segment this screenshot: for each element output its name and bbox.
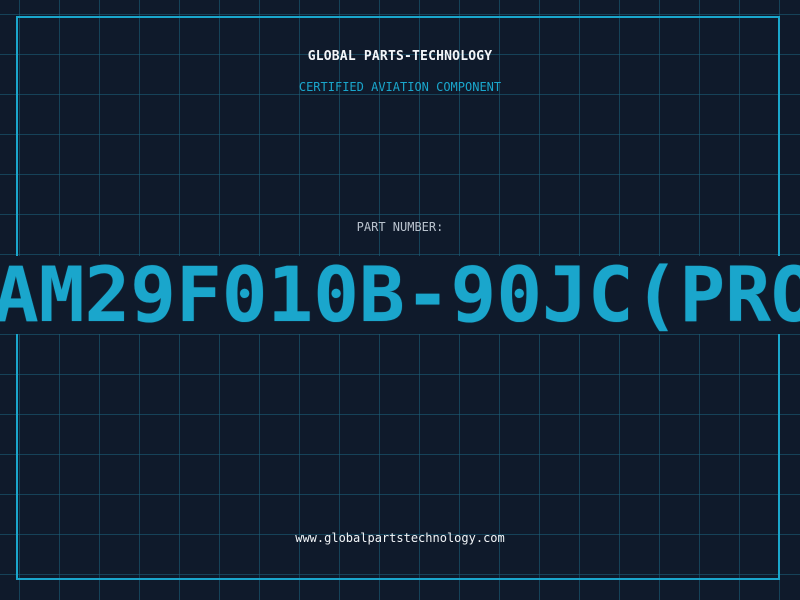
website-url: www.globalpartstechnology.com	[295, 531, 505, 545]
part-number-value: AM29F010B-90JC(PROG)	[0, 256, 800, 334]
part-number-band: AM29F010B-90JC(PROG)	[0, 256, 800, 334]
certification-subtitle: CERTIFIED AVIATION COMPONENT	[298, 80, 502, 94]
part-number-label: PART NUMBER:	[356, 220, 444, 234]
certificate-canvas: GLOBAL PARTS-TECHNOLOGY CERTIFIED AVIATI…	[0, 0, 800, 600]
brand-title: GLOBAL PARTS-TECHNOLOGY	[307, 49, 493, 64]
